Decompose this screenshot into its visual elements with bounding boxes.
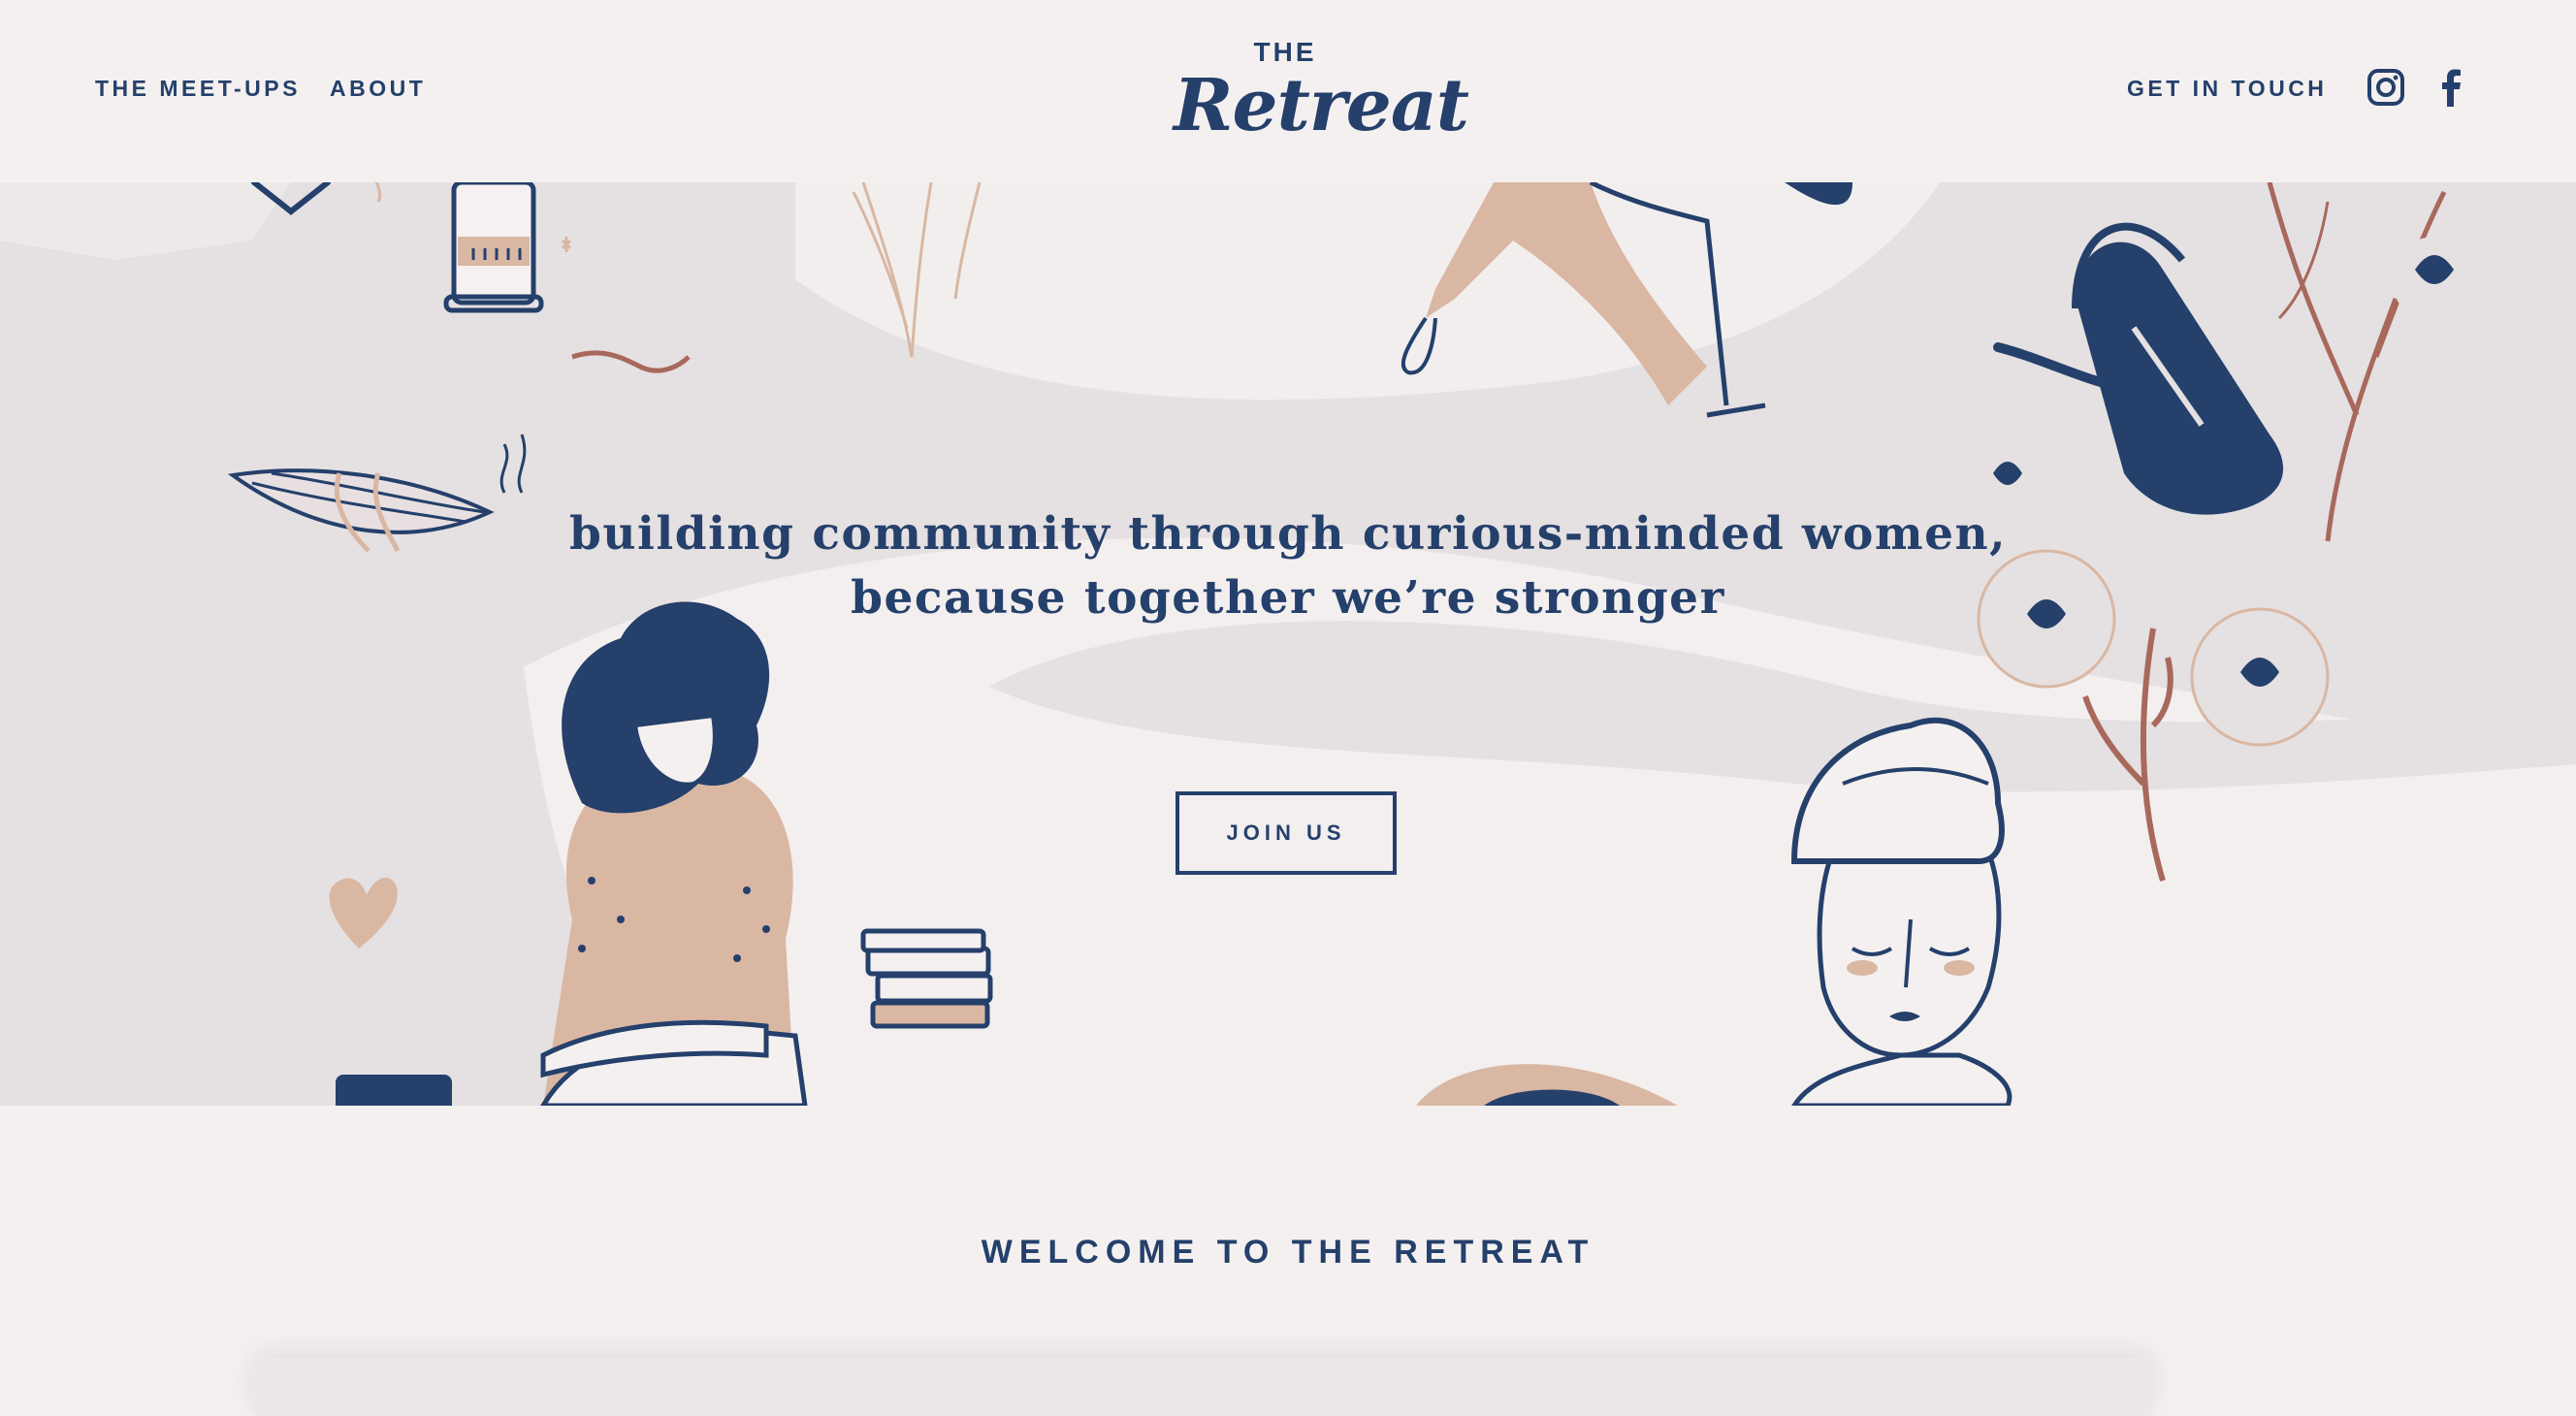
mug-icon [336, 1075, 452, 1106]
heart-icon [329, 877, 398, 949]
tagline-line-1: building community through curious-minde… [568, 507, 2008, 561]
facebook-icon[interactable] [2432, 68, 2471, 107]
site-logo[interactable]: THE Retreat [1174, 29, 1469, 147]
site-header: THE MEET-UPS ABOUT THE Retreat GET IN TO… [0, 0, 2576, 182]
content-card [252, 1358, 2153, 1416]
nav-about-link[interactable]: ABOUT [330, 76, 426, 102]
nav-get-in-touch-link[interactable]: GET IN TOUCH [2127, 76, 2327, 102]
instagram-icon[interactable] [2367, 68, 2405, 107]
tagline-line-2: because together we’re stronger [851, 571, 1725, 625]
reading-woman-illustration [540, 601, 808, 1106]
watering-can-icon [1993, 222, 2284, 515]
join-us-button[interactable]: JOIN US [1175, 791, 1397, 875]
book-stack-icon [860, 928, 993, 1029]
candle-jar-icon [443, 182, 544, 313]
hero-section: building community through curious-minde… [0, 182, 2576, 1106]
hero-tagline: building community through curious-minde… [0, 502, 2576, 630]
hero-illustration [0, 182, 2576, 1106]
welcome-heading: WELCOME TO THE RETREAT [981, 1234, 1595, 1271]
twig-icon [571, 350, 691, 373]
nav-meetups-link[interactable]: THE MEET-UPS [95, 76, 301, 102]
logo-script-text: Retreat [1174, 64, 1469, 147]
